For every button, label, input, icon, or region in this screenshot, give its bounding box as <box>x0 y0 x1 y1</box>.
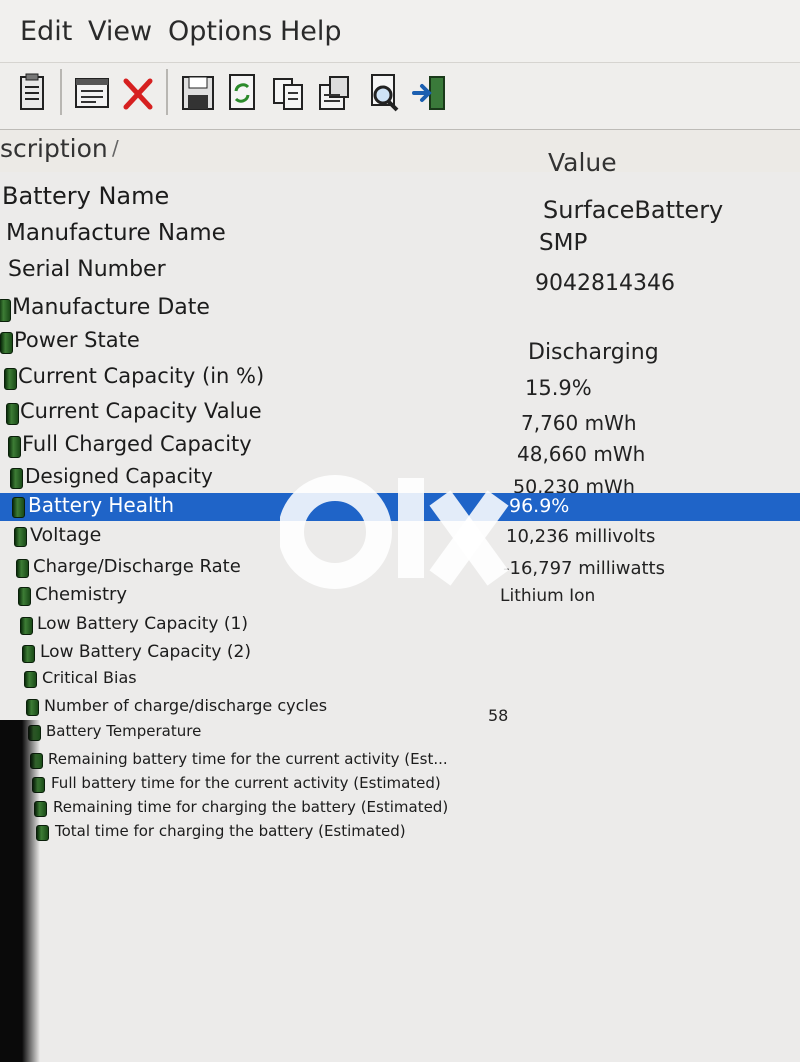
list-item[interactable]: Charge/Discharge Rate -16,797 milliwatts <box>0 556 800 580</box>
column-header: scription / Value <box>0 130 800 177</box>
property-value: 48,660 mWh <box>517 442 646 466</box>
property-name: Voltage <box>30 524 102 546</box>
property-name: Low Battery Capacity (2) <box>40 642 251 662</box>
property-name: Remaining time for charging the battery … <box>53 798 449 816</box>
list-item[interactable]: Critical Bias <box>0 668 800 690</box>
list-item[interactable]: Manufacture Date <box>0 295 800 325</box>
refresh-icon[interactable] <box>222 71 262 115</box>
property-value: Discharging <box>528 340 659 365</box>
menu-bar: Edit View Options Help <box>0 0 800 63</box>
list-item[interactable]: Designed Capacity 50,230 mWh <box>0 464 800 498</box>
property-name: Designed Capacity <box>25 464 213 488</box>
list-item[interactable]: Total time for charging the battery (Est… <box>0 822 800 842</box>
property-value: SMP <box>539 230 588 256</box>
battery-icon <box>0 299 11 322</box>
battery-icon <box>14 527 27 547</box>
properties-sheet-icon[interactable] <box>314 71 354 115</box>
battery-icon <box>16 559 29 578</box>
column-value[interactable]: Value <box>548 148 617 177</box>
list-item[interactable]: Battery Name SurfaceBattery <box>0 182 800 224</box>
list-item[interactable]: Number of charge/discharge cycles 58 <box>0 696 800 725</box>
battery-icon <box>6 403 19 425</box>
property-name: Battery Health <box>28 493 175 517</box>
property-name: Charge/Discharge Rate <box>33 556 241 577</box>
sort-indicator-icon: / <box>112 136 119 160</box>
property-name: Low Battery Capacity (1) <box>37 614 248 634</box>
property-value: 9042814346 <box>535 271 675 296</box>
battery-icon <box>18 587 31 606</box>
property-value: Lithium Ion <box>500 586 596 606</box>
property-name: Battery Name <box>2 182 170 210</box>
menu-options[interactable]: Options <box>168 16 272 47</box>
list-item[interactable]: Full battery time for the current activi… <box>0 774 800 794</box>
property-name: Remaining battery time for the current a… <box>48 750 448 768</box>
property-value: 10,236 millivolts <box>506 526 656 547</box>
delete-icon[interactable] <box>118 71 158 115</box>
list-item[interactable]: Full Charged Capacity 48,660 mWh <box>0 432 800 466</box>
battery-icon <box>10 468 23 489</box>
property-name: Full Charged Capacity <box>22 432 252 456</box>
exit-icon[interactable] <box>410 71 450 115</box>
menu-edit[interactable]: Edit <box>20 16 72 47</box>
list-item[interactable]: Remaining time for charging the battery … <box>0 798 800 818</box>
battery-info-window: Edit View Options Help scription / Value… <box>0 0 800 1062</box>
property-value: 96.9% <box>509 495 570 517</box>
html-report-icon[interactable] <box>72 71 112 115</box>
menu-help[interactable]: Help <box>280 16 342 47</box>
battery-icon <box>22 645 35 663</box>
list-item[interactable]: Battery Health 96.9% <box>0 493 800 521</box>
list-item[interactable]: Manufacture Name SMP <box>0 220 800 256</box>
battery-icon <box>8 436 21 458</box>
battery-icon <box>26 699 39 716</box>
list-item[interactable]: Voltage 10,236 millivolts <box>0 524 800 550</box>
property-name: Manufacture Name <box>6 220 226 246</box>
property-name: Current Capacity Value <box>20 399 262 423</box>
battery-icon <box>4 368 17 390</box>
list-item[interactable]: Low Battery Capacity (1) <box>0 614 800 637</box>
properties-icon[interactable] <box>12 71 52 115</box>
property-name: Critical Bias <box>42 668 137 687</box>
battery-icon <box>12 497 25 518</box>
list-item[interactable]: Low Battery Capacity (2) <box>0 642 800 665</box>
property-name: Battery Temperature <box>46 722 202 740</box>
property-value: 15.9% <box>525 376 592 400</box>
battery-icon <box>20 617 33 635</box>
property-name: Chemistry <box>35 584 128 605</box>
property-name: Power State <box>14 328 140 352</box>
save-icon[interactable] <box>178 71 218 115</box>
property-name: Full battery time for the current activi… <box>51 774 441 792</box>
property-name: Total time for charging the battery (Est… <box>55 822 406 840</box>
list-item[interactable]: Battery Temperature <box>0 722 800 742</box>
property-name: Number of charge/discharge cycles <box>44 696 328 715</box>
battery-icon <box>0 332 13 354</box>
list-item[interactable]: Remaining battery time for the current a… <box>0 750 800 770</box>
list-item[interactable]: Power State Discharging <box>0 328 800 365</box>
screen-edge-shadow <box>0 720 40 1062</box>
battery-icon <box>24 671 37 688</box>
property-name: Manufacture Date <box>12 295 210 320</box>
property-value: -16,797 milliwatts <box>503 558 665 579</box>
list-item[interactable]: Serial Number 9042814346 <box>0 257 800 296</box>
list-item[interactable]: Current Capacity Value 7,760 mWh <box>0 399 800 435</box>
list-item[interactable]: Chemistry Lithium Ion <box>0 584 800 608</box>
menu-view[interactable]: View <box>88 16 152 47</box>
find-icon[interactable] <box>364 71 404 115</box>
column-description[interactable]: scription <box>0 134 108 163</box>
property-name: Serial Number <box>8 257 166 282</box>
list-item[interactable]: Current Capacity (in %) 15.9% <box>0 364 800 400</box>
property-name: Current Capacity (in %) <box>18 364 265 388</box>
toolbar <box>0 63 800 131</box>
copy-icon[interactable] <box>268 71 308 115</box>
